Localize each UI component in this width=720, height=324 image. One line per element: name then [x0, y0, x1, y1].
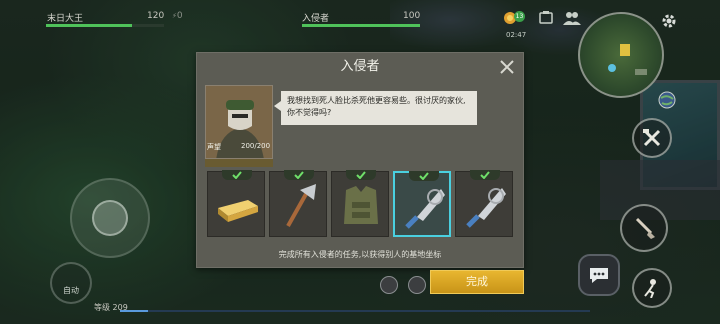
- target-name: 入侵者: [302, 14, 330, 24]
- check-icon: [419, 172, 429, 180]
- chat-bubble-icon: [590, 268, 608, 283]
- reward-slot-armor[interactable]: [331, 170, 389, 237]
- dialog-title: 入侵者: [340, 59, 380, 74]
- quest-hint: 完成所有入侵者的任务,以获得别人的基地坐标: [278, 250, 442, 259]
- reward-slot-machete[interactable]: [455, 170, 513, 237]
- complete-button[interactable]: 完成: [430, 270, 524, 294]
- check-icon: [294, 171, 304, 179]
- reward-slots: [205, 170, 517, 243]
- armor-vest-icon: [344, 186, 378, 224]
- joystick-knob[interactable]: [92, 200, 128, 236]
- notification-badge: 13: [514, 11, 525, 22]
- friends-icon[interactable]: [563, 11, 581, 25]
- npc-reputation-label: 声望: [207, 143, 221, 151]
- minimap-structure: [635, 69, 647, 75]
- close-icon: [500, 60, 514, 74]
- sneak-icon: [644, 279, 656, 298]
- check-icon: [480, 171, 490, 179]
- player-hp-fill: [46, 24, 133, 27]
- reward-slot-gold[interactable]: [207, 170, 265, 237]
- reward-slot-hatchet[interactable]: [269, 170, 327, 237]
- quickslot-2[interactable]: [408, 276, 426, 294]
- player-extra-value: ⚡0: [172, 11, 183, 21]
- crossed-tools-icon: [643, 129, 661, 147]
- crouch-button[interactable]: [632, 268, 672, 308]
- gold-bars-icon: [218, 200, 258, 222]
- clock: 02:47: [506, 31, 527, 39]
- close-button[interactable]: [498, 58, 516, 76]
- check-icon: [232, 171, 242, 179]
- movement-joystick[interactable]: [70, 178, 150, 258]
- chat-button[interactable]: [578, 254, 620, 296]
- xp-bar: [120, 310, 590, 312]
- auto-button[interactable]: 自动: [50, 262, 92, 304]
- minimap-point: [608, 64, 616, 72]
- check-icon: [356, 171, 366, 179]
- settings-gear-icon[interactable]: [660, 12, 678, 30]
- machete-icon: [405, 189, 445, 229]
- target-hp-bar: [302, 24, 420, 27]
- quickslot-1[interactable]: [380, 276, 398, 294]
- target-hp-value: 100: [403, 11, 421, 21]
- npc-speech-bubble: 我想找到死人脸比杀死他更容易些。很讨厌的家伙,你不觉得吗?: [274, 91, 477, 125]
- attack-button[interactable]: [620, 204, 668, 252]
- minimap-player-marker: [620, 44, 630, 56]
- globe-icon[interactable]: [657, 90, 677, 110]
- minimap[interactable]: [578, 12, 664, 98]
- player-hp-value: 120: [147, 11, 165, 21]
- npc-reputation-bar: [205, 159, 273, 167]
- player-name: 末日大王: [47, 14, 84, 24]
- quest-dialog: 入侵者 声望 200/200 我想找到死人脸比杀死他更容易些。很讨厌的家伙,你不…: [196, 52, 524, 268]
- build-button[interactable]: [632, 118, 672, 158]
- target-hp-fill: [302, 24, 420, 27]
- shovel-icon: [635, 217, 655, 239]
- reward-slot-machete-selected[interactable]: [393, 171, 451, 237]
- machete-icon: [466, 188, 506, 228]
- npc-reputation-value: 200/200: [241, 142, 271, 150]
- auto-label: 自动: [63, 286, 79, 295]
- player-hp-bar: [46, 24, 164, 27]
- hatchet-icon: [286, 184, 316, 227]
- inventory-icon[interactable]: [538, 11, 554, 25]
